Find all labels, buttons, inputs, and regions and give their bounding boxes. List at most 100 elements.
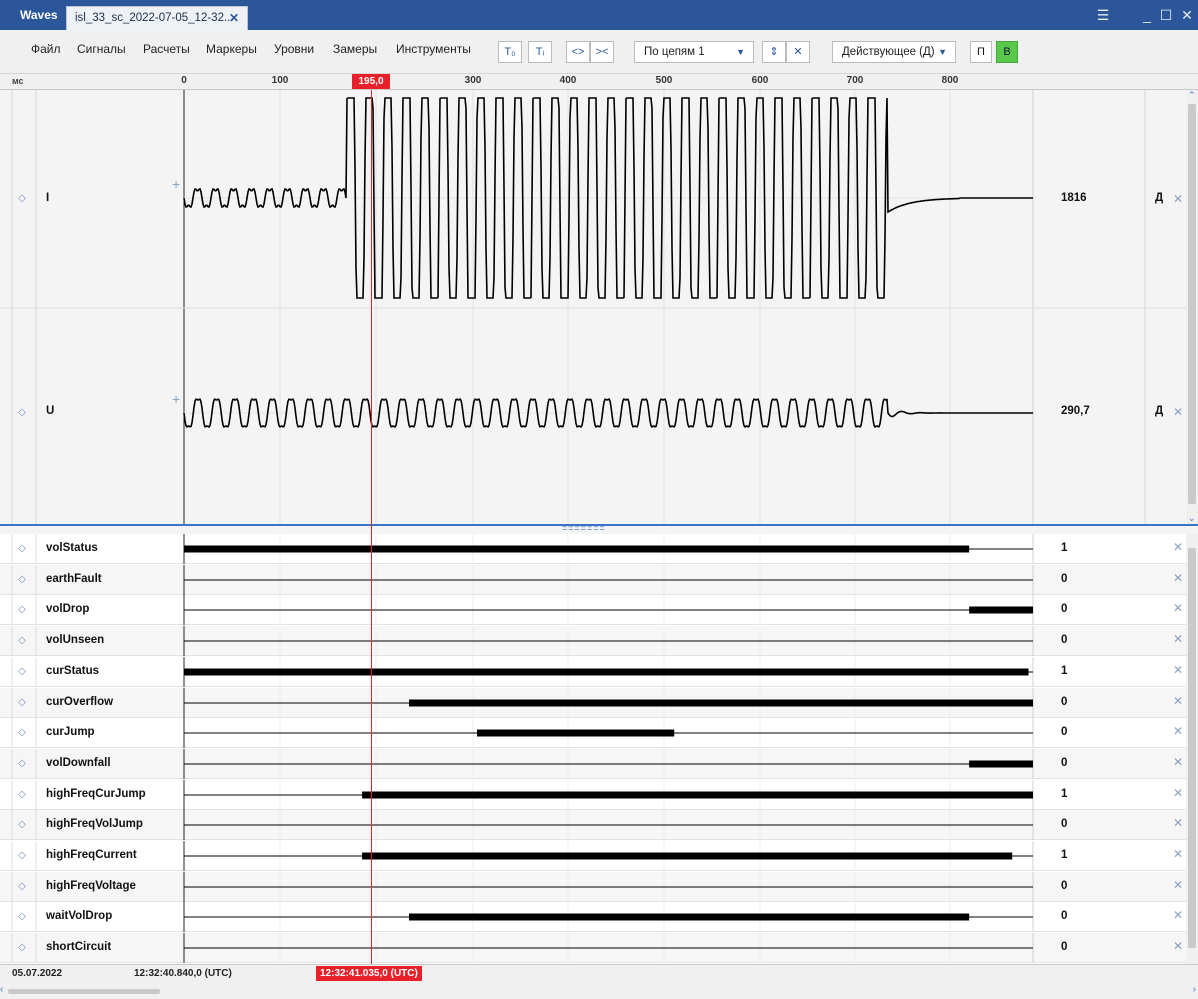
digital-signal-row[interactable]: ◇ volDownfall 0 ✕ bbox=[0, 748, 1198, 779]
cursor-time-badge[interactable]: 195,0 bbox=[352, 74, 390, 89]
remove-signal-icon[interactable]: ✕ bbox=[1173, 571, 1183, 585]
channel-name: U bbox=[46, 405, 55, 417]
signal-trace bbox=[11, 902, 1034, 933]
sort-icon[interactable]: ⇕ bbox=[762, 41, 786, 63]
remove-signal-icon[interactable]: ✕ bbox=[1173, 908, 1183, 922]
scrollbar-thumb[interactable] bbox=[1188, 104, 1196, 504]
maximize-button[interactable]: ☐ bbox=[1155, 0, 1177, 30]
channel-value: 1816 bbox=[1061, 192, 1087, 204]
remove-signal-icon[interactable]: ✕ bbox=[1173, 878, 1183, 892]
menu-tools[interactable]: Инструменты bbox=[396, 42, 471, 56]
signal-value: 0 bbox=[1061, 818, 1068, 831]
analog-panel: + + ◇ I 1816 Д ✕ ◇ U 290,7 Д ✕ ⌃ ⌄ bbox=[0, 90, 1198, 524]
document-tab[interactable]: isl_33_sc_2022-07-05_12-32... ✕ bbox=[66, 6, 248, 30]
remove-signal-icon[interactable]: ✕ bbox=[1173, 663, 1183, 677]
t0-button[interactable]: T₀ bbox=[498, 41, 522, 63]
remove-channel-icon[interactable]: ✕ bbox=[1173, 192, 1183, 206]
menu-signals[interactable]: Сигналы bbox=[77, 42, 126, 56]
digital-signal-row[interactable]: ◇ waitVolDrop 0 ✕ bbox=[0, 902, 1198, 933]
expand-channel-icon[interactable]: ◇ bbox=[15, 192, 29, 206]
channel-mode[interactable]: Д bbox=[1155, 192, 1163, 204]
ruler-tick: 700 bbox=[846, 75, 864, 86]
signal-active-segment bbox=[969, 760, 1033, 768]
menu-calculations[interactable]: Расчеты bbox=[143, 42, 190, 56]
remove-signal-icon[interactable]: ✕ bbox=[1173, 755, 1183, 769]
status-bar: 05.07.2022 12:32:40.840,0 (UTC) 12:32:41… bbox=[0, 964, 1198, 984]
scroll-left-icon[interactable]: ‹ bbox=[0, 984, 3, 995]
ruler-unit: мс bbox=[12, 76, 24, 86]
panel-splitter[interactable]: ======= bbox=[0, 523, 1198, 534]
menu-file[interactable]: Файл bbox=[31, 42, 61, 56]
signal-value: 0 bbox=[1061, 756, 1068, 769]
remove-channel-icon[interactable]: ✕ bbox=[1173, 405, 1183, 419]
remove-signal-icon[interactable]: ✕ bbox=[1173, 786, 1183, 800]
time-cursor-line[interactable] bbox=[371, 90, 372, 964]
group-select-value: По цепям 1 bbox=[644, 46, 705, 58]
digital-signal-row[interactable]: ◇ curOverflow 0 ✕ bbox=[0, 687, 1198, 718]
value-mode-select[interactable]: Действующее (Д) ▼ bbox=[832, 41, 956, 63]
digital-signal-row[interactable]: ◇ curStatus 1 ✕ bbox=[0, 656, 1198, 687]
digital-vertical-scrollbar[interactable] bbox=[1186, 534, 1198, 964]
splitter-grip-icon[interactable]: ======= bbox=[562, 523, 606, 533]
p-toggle-button[interactable]: П bbox=[970, 41, 992, 63]
remove-signal-icon[interactable]: ✕ bbox=[1173, 694, 1183, 708]
v-toggle-button[interactable]: В bbox=[996, 41, 1018, 63]
digital-signal-row[interactable]: ◇ curJump 0 ✕ bbox=[0, 718, 1198, 749]
close-window-button[interactable]: ✕ bbox=[1176, 0, 1198, 30]
scroll-up-icon[interactable]: ⌃ bbox=[1188, 90, 1196, 101]
signal-trace bbox=[11, 748, 1034, 779]
scrollbar-thumb[interactable] bbox=[8, 989, 160, 994]
ruler-tick: 0 bbox=[181, 75, 187, 86]
group-select[interactable]: По цепям 1 ▼ bbox=[634, 41, 754, 63]
signal-trace bbox=[11, 656, 1034, 687]
signal-value: 0 bbox=[1061, 572, 1068, 585]
digital-signal-row[interactable]: ◇ shortCircuit 0 ✕ bbox=[0, 933, 1198, 964]
signal-trace bbox=[11, 779, 1034, 810]
menu-measurements[interactable]: Замеры bbox=[333, 42, 377, 56]
digital-signal-row[interactable]: ◇ volStatus 1 ✕ bbox=[0, 534, 1198, 564]
remove-signal-icon[interactable]: ✕ bbox=[1173, 939, 1183, 953]
menu-levels[interactable]: Уровни bbox=[274, 42, 314, 56]
ti-button[interactable]: Tᵢ bbox=[528, 41, 552, 63]
ruler-tick: 500 bbox=[655, 75, 673, 86]
digital-signal-row[interactable]: ◇ volDrop 0 ✕ bbox=[0, 595, 1198, 626]
close-tab-icon[interactable]: ✕ bbox=[229, 7, 239, 29]
digital-signal-row[interactable]: ◇ highFreqCurJump 1 ✕ bbox=[0, 779, 1198, 810]
hamburger-menu-icon[interactable]: ☰ bbox=[1092, 0, 1114, 30]
title-bar: Waves isl_33_sc_2022-07-05_12-32... ✕ ☰ … bbox=[0, 0, 1198, 30]
remove-signal-icon[interactable]: ✕ bbox=[1173, 816, 1183, 830]
time-ruler[interactable]: мс 0 100 300 400 500 600 700 800 195,0 bbox=[0, 74, 1198, 90]
expand-channel-icon[interactable]: ◇ bbox=[15, 406, 29, 420]
signal-trace bbox=[11, 871, 1034, 902]
menu-markers[interactable]: Маркеры bbox=[206, 42, 257, 56]
channel-name: I bbox=[46, 192, 50, 204]
status-cursor-time: 12:32:41.035,0 (UTC) bbox=[316, 966, 422, 981]
scroll-right-icon[interactable]: › bbox=[1193, 984, 1196, 995]
remove-signal-icon[interactable]: ✕ bbox=[1173, 601, 1183, 615]
remove-signal-icon[interactable]: ✕ bbox=[1173, 632, 1183, 646]
analog-vertical-scrollbar[interactable]: ⌃ ⌄ bbox=[1186, 90, 1198, 524]
digital-signal-row[interactable]: ◇ earthFault 0 ✕ bbox=[0, 564, 1198, 595]
scroll-down-icon[interactable]: ⌄ bbox=[1188, 513, 1196, 524]
channel-mode[interactable]: Д bbox=[1155, 405, 1163, 417]
collapse-rows-icon[interactable]: ✕ bbox=[786, 41, 810, 63]
signal-active-segment bbox=[362, 852, 1013, 860]
digital-signal-row[interactable]: ◇ highFreqVolJump 0 ✕ bbox=[0, 810, 1198, 841]
channel-value: 290,7 bbox=[1061, 405, 1090, 417]
signal-active-segment bbox=[362, 791, 1034, 799]
horizontal-scrollbar[interactable]: ‹ › bbox=[0, 984, 1198, 999]
digital-signal-row[interactable]: ◇ volUnseen 0 ✕ bbox=[0, 626, 1198, 657]
scrollbar-thumb[interactable] bbox=[1188, 548, 1196, 948]
digital-signal-row[interactable]: ◇ highFreqVoltage 0 ✕ bbox=[0, 871, 1198, 902]
signal-trace bbox=[11, 841, 1034, 871]
expand-button[interactable]: <> bbox=[566, 41, 590, 63]
remove-signal-icon[interactable]: ✕ bbox=[1173, 847, 1183, 861]
digital-signal-row[interactable]: ◇ highFreqCurrent 1 ✕ bbox=[0, 841, 1198, 871]
remove-signal-icon[interactable]: ✕ bbox=[1173, 724, 1183, 738]
remove-signal-icon[interactable]: ✕ bbox=[1173, 540, 1183, 554]
collapse-button[interactable]: >< bbox=[590, 41, 614, 63]
signal-active-segment bbox=[476, 729, 675, 737]
menu-bar: Файл Сигналы Расчеты Маркеры Уровни Заме… bbox=[0, 30, 1198, 74]
signal-value: 0 bbox=[1061, 941, 1068, 954]
signal-active-segment bbox=[969, 606, 1033, 614]
